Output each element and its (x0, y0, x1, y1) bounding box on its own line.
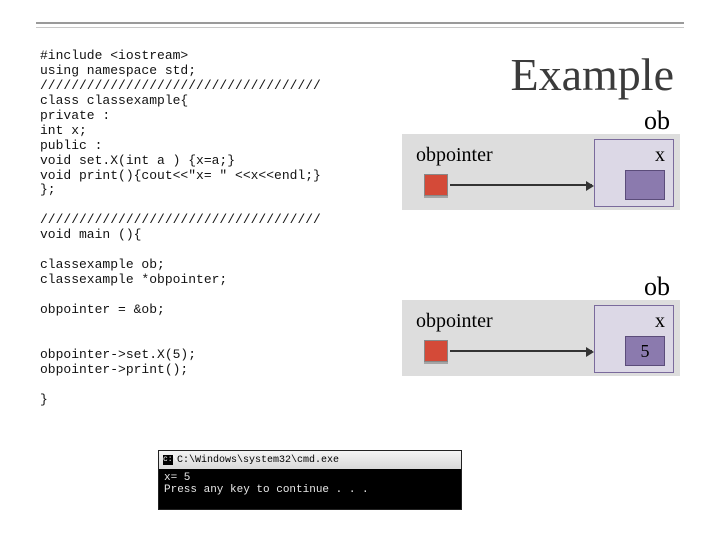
code-line: #include <iostream> (40, 48, 188, 63)
diagram-before: obpointer ob x (402, 134, 680, 210)
pointer-label: obpointer (416, 144, 493, 167)
code-line: //////////////////////////////////// (40, 212, 321, 227)
console-window: c:\ C:\Windows\system32\cmd.exe x= 5 Pre… (158, 450, 462, 510)
arrow-icon (450, 184, 592, 186)
console-line: x= 5 (164, 472, 190, 484)
ob-label: ob (644, 106, 670, 136)
code-line: } (40, 392, 48, 407)
console-line: Press any key to continue . . . (164, 484, 369, 496)
code-line: obpointer = &ob; (40, 302, 165, 317)
diagram-after: obpointer ob x 5 (402, 300, 680, 376)
code-line: obpointer->set.X(5); (40, 347, 196, 362)
code-line: classexample *obpointer; (40, 272, 227, 287)
code-line: private : (40, 108, 110, 123)
arrow-icon (450, 350, 592, 352)
code-line: class classexample{ (40, 93, 188, 108)
object-panel: x (594, 139, 674, 207)
member-value-box: 5 (625, 336, 665, 366)
object-panel: x 5 (594, 305, 674, 373)
member-value-box (625, 170, 665, 200)
code-line: void main (){ (40, 227, 141, 242)
console-icon: c:\ (163, 455, 173, 465)
ob-label: ob (644, 272, 670, 302)
console-body: x= 5 Press any key to continue . . . (159, 469, 461, 499)
code-line: int x; (40, 123, 87, 138)
code-line: obpointer->print(); (40, 362, 188, 377)
member-label: x (595, 140, 673, 167)
page-title: Example (511, 48, 675, 101)
code-line: void set.X(int a ) {x=a;} (40, 153, 235, 168)
code-line: void print(){cout<<"x= " <<x<<endl;} (40, 168, 321, 183)
pointer-box (424, 174, 448, 196)
code-line: //////////////////////////////////// (40, 78, 321, 93)
top-rule (36, 22, 684, 28)
code-line: classexample ob; (40, 257, 165, 272)
code-block: #include <iostream> using namespace std;… (40, 49, 321, 408)
pointer-label: obpointer (416, 310, 493, 333)
console-titlebar: c:\ C:\Windows\system32\cmd.exe (159, 451, 461, 469)
member-label: x (595, 306, 673, 333)
code-line: using namespace std; (40, 63, 196, 78)
console-title: C:\Windows\system32\cmd.exe (177, 455, 339, 466)
code-line: public : (40, 138, 102, 153)
code-line: }; (40, 182, 56, 197)
pointer-box (424, 340, 448, 362)
